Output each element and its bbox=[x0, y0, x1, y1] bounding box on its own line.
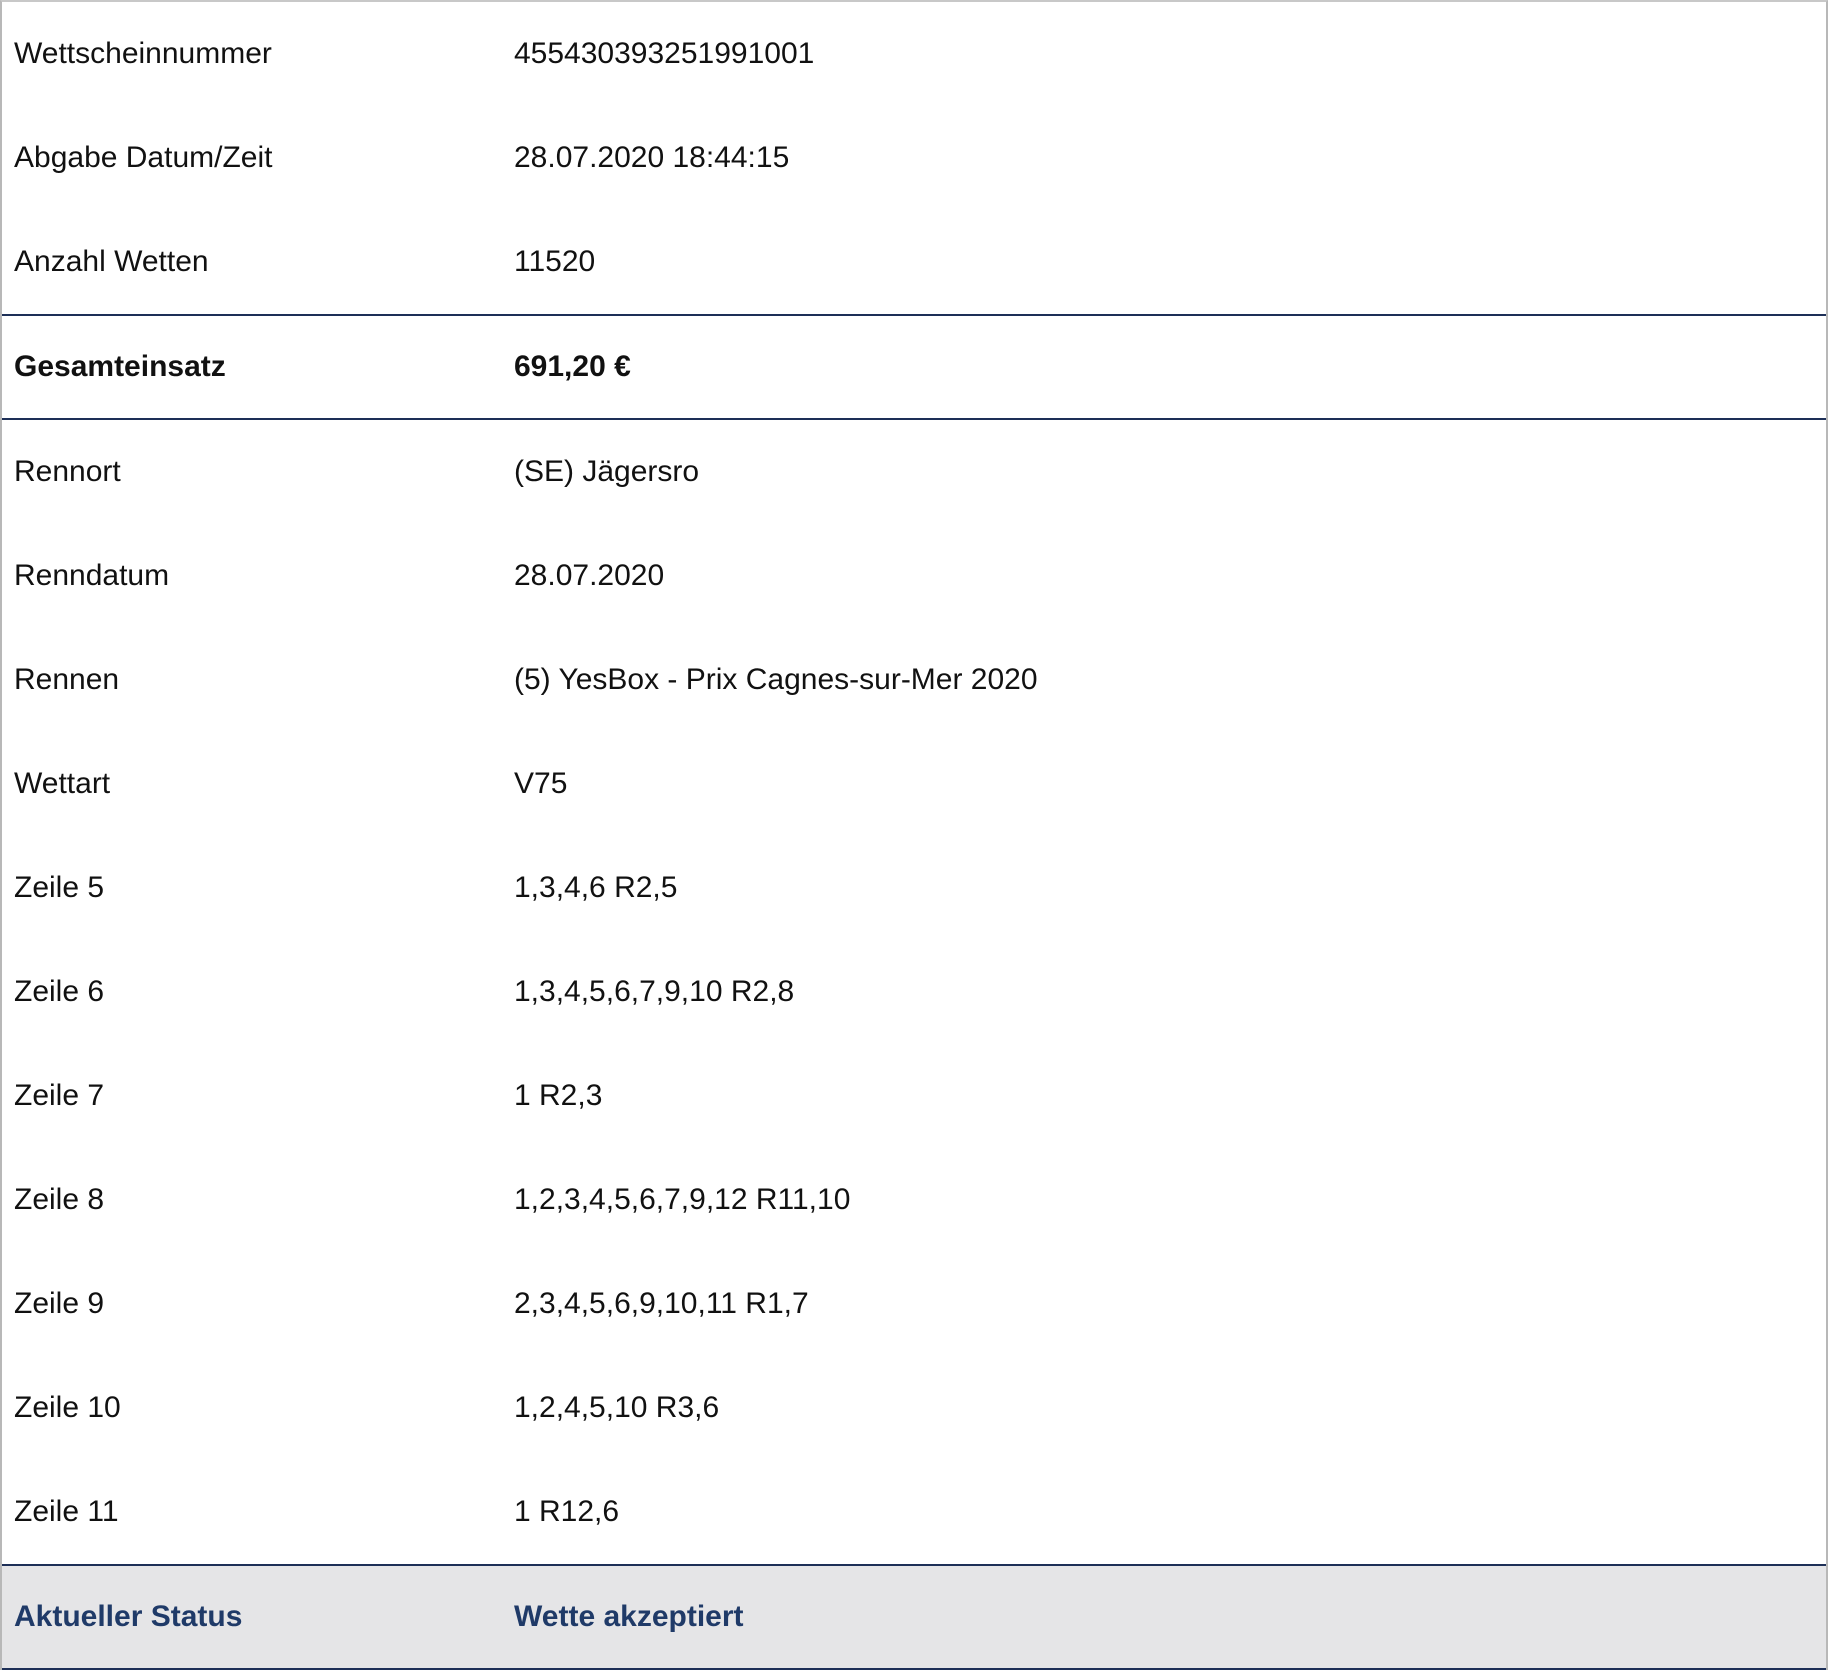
row-race-date: Renndatum 28.07.2020 bbox=[2, 524, 1826, 628]
row-value: (SE) Jägersro bbox=[514, 455, 700, 488]
row-label: Zeile 7 bbox=[14, 1079, 105, 1112]
total-label: Gesamteinsatz bbox=[14, 350, 226, 383]
row-label: Rennort bbox=[14, 455, 121, 488]
row-line-9: Zeile 9 2,3,4,5,6,9,10,11 R1,7 bbox=[2, 1252, 1826, 1356]
row-label: Wettart bbox=[14, 767, 111, 800]
row-line-6: Zeile 6 1,3,4,5,6,7,9,10 R2,8 bbox=[2, 940, 1826, 1044]
row-submission-datetime: Abgabe Datum/Zeit 28.07.2020 18:44:15 bbox=[2, 106, 1826, 210]
row-bet-type: Wettart V75 bbox=[2, 732, 1826, 836]
row-race: Rennen (5) YesBox - Prix Cagnes-sur-Mer … bbox=[2, 628, 1826, 732]
status-value: Wette akzeptiert bbox=[514, 1600, 744, 1633]
row-value: V75 bbox=[514, 767, 568, 800]
row-value: 28.07.2020 bbox=[514, 559, 665, 592]
row-value: 1,2,4,5,10 R3,6 bbox=[514, 1391, 720, 1424]
row-label: Zeile 10 bbox=[14, 1391, 121, 1424]
row-label: Abgabe Datum/Zeit bbox=[14, 141, 273, 174]
row-value: 1,3,4,6 R2,5 bbox=[514, 871, 678, 904]
row-value: (5) YesBox - Prix Cagnes-sur-Mer 2020 bbox=[514, 663, 1038, 696]
row-line-8: Zeile 8 1,2,3,4,5,6,7,9,12 R11,10 bbox=[2, 1148, 1826, 1252]
row-ticket-number: Wettscheinnummer 455430393251991001 bbox=[2, 2, 1826, 106]
row-line-5: Zeile 5 1,3,4,6 R2,5 bbox=[2, 836, 1826, 940]
row-label: Zeile 9 bbox=[14, 1287, 105, 1320]
row-label: Zeile 5 bbox=[14, 871, 105, 904]
row-label: Zeile 8 bbox=[14, 1183, 105, 1216]
row-label: Rennen bbox=[14, 663, 120, 696]
row-value: 11520 bbox=[514, 245, 596, 278]
row-total-stake: Gesamteinsatz 691,20 € bbox=[2, 314, 1826, 420]
row-value: 1,2,3,4,5,6,7,9,12 R11,10 bbox=[514, 1183, 851, 1216]
row-line-11: Zeile 11 1 R12,6 bbox=[2, 1460, 1826, 1564]
row-value: 28.07.2020 18:44:15 bbox=[514, 141, 790, 174]
row-bet-count: Anzahl Wetten 11520 bbox=[2, 210, 1826, 314]
row-label: Anzahl Wetten bbox=[14, 245, 209, 278]
row-label: Zeile 6 bbox=[14, 975, 105, 1008]
row-current-status: Aktueller Status Wette akzeptiert bbox=[2, 1564, 1826, 1670]
row-value: 2,3,4,5,6,9,10,11 R1,7 bbox=[514, 1287, 809, 1320]
row-label: Renndatum bbox=[14, 559, 170, 592]
row-value: 455430393251991001 bbox=[514, 37, 815, 70]
row-value: 1 R2,3 bbox=[514, 1079, 603, 1112]
bet-ticket-details: Wettscheinnummer 455430393251991001 Abga… bbox=[0, 0, 1828, 1670]
row-line-10: Zeile 10 1,2,4,5,10 R3,6 bbox=[2, 1356, 1826, 1460]
status-label: Aktueller Status bbox=[14, 1600, 243, 1633]
row-label: Wettscheinnummer bbox=[14, 37, 272, 70]
total-value: 691,20 € bbox=[514, 350, 631, 383]
row-value: 1,3,4,5,6,7,9,10 R2,8 bbox=[514, 975, 795, 1008]
row-value: 1 R12,6 bbox=[514, 1495, 620, 1528]
row-label: Zeile 11 bbox=[14, 1495, 119, 1528]
row-line-7: Zeile 7 1 R2,3 bbox=[2, 1044, 1826, 1148]
row-race-venue: Rennort (SE) Jägersro bbox=[2, 420, 1826, 524]
